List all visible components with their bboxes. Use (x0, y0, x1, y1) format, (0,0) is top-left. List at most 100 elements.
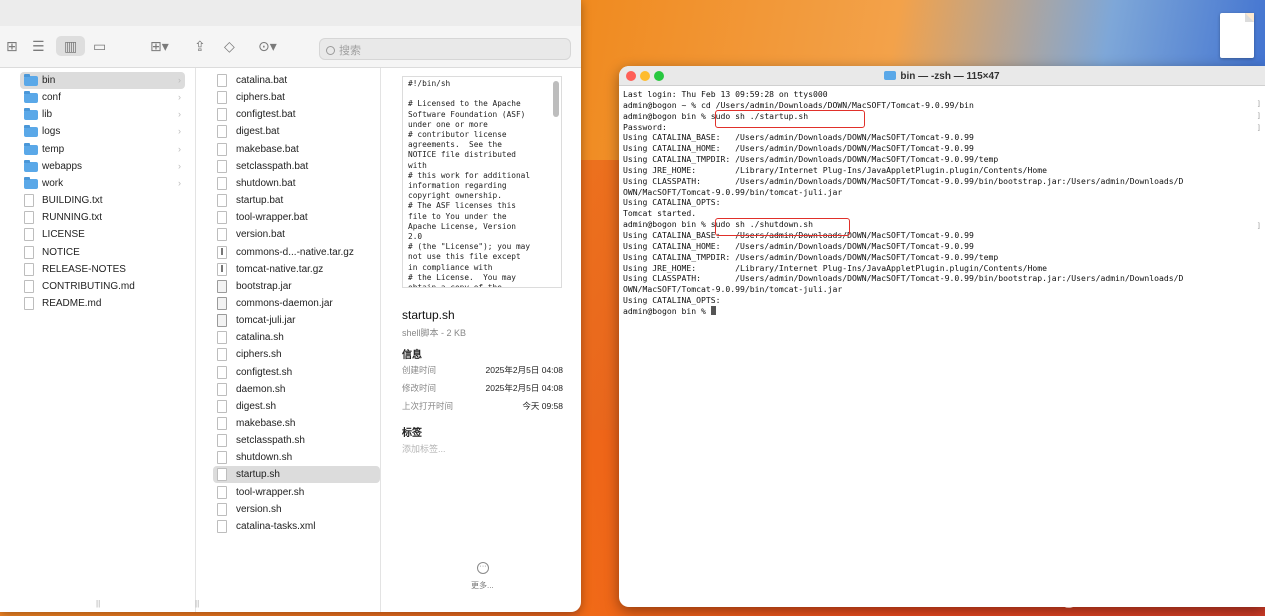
file-list-item[interactable]: makebase.sh (213, 415, 380, 432)
document-icon (217, 382, 227, 396)
file-name: catalina-tasks.xml (236, 520, 316, 532)
terminal-line-text: Using CATALINA_HOME: /Users/admin/Downlo… (623, 240, 974, 251)
terminal-margin-mark: ] (1256, 100, 1261, 108)
file-name: startup.sh (236, 469, 280, 481)
minimize-button[interactable] (640, 71, 650, 81)
file-list-item[interactable]: catalina.sh (213, 329, 380, 346)
column-resize-handle[interactable]: || (96, 599, 100, 608)
tags-heading: 标签 (402, 428, 422, 439)
sidebar-item[interactable]: lib › (20, 106, 185, 123)
sidebar-item[interactable]: work › (20, 175, 185, 192)
file-list-item[interactable]: digest.bat (213, 123, 380, 140)
sidebar-item[interactable]: conf › (20, 89, 185, 106)
file-name: ciphers.bat (236, 92, 285, 104)
zoom-button[interactable] (654, 71, 664, 81)
more-label[interactable]: 更多... (471, 580, 494, 591)
file-list-item[interactable]: startup.bat (213, 192, 380, 209)
close-button[interactable] (626, 71, 636, 81)
file-list-item[interactable]: shutdown.bat (213, 175, 380, 192)
list-view-icon[interactable]: ☰ (32, 36, 45, 56)
sidebar-item[interactable]: temp › (20, 141, 185, 158)
gallery-view-icon[interactable]: ▭ (93, 36, 106, 56)
created-label: 创建时间 (402, 365, 437, 375)
file-name: commons-daemon.jar (236, 297, 333, 309)
document-icon (217, 74, 227, 87)
file-name: catalina.bat (236, 75, 288, 86)
file-list-item[interactable]: digest.sh (213, 398, 380, 415)
desktop-file-icon[interactable] (1220, 13, 1254, 58)
search-icon (326, 46, 335, 55)
file-list-item[interactable]: commons-daemon.jar (213, 295, 380, 312)
file-list-item[interactable]: version.bat (213, 226, 380, 243)
more-icon[interactable]: ··· (477, 562, 489, 574)
action-menu-icon[interactable]: ⊙▾ (258, 36, 277, 56)
document-icon (217, 228, 227, 242)
document-icon (217, 399, 227, 413)
document-icon (24, 296, 34, 310)
file-list-item[interactable]: setclasspath.bat (213, 158, 380, 175)
chevron-right-icon: › (178, 92, 181, 103)
sidebar-item-label: RUNNING.txt (42, 212, 102, 224)
sidebar-item[interactable]: LICENSE (20, 226, 185, 243)
file-list-item[interactable]: catalina-tasks.xml (213, 518, 380, 535)
tag-icon[interactable]: ◇ (224, 36, 235, 56)
terminal-margin-mark: ] (1256, 112, 1261, 120)
file-list-item[interactable]: setclasspath.sh (213, 432, 380, 449)
sidebar-item[interactable]: CONTRIBUTING.md (20, 278, 185, 295)
sidebar-item[interactable]: logs › (20, 123, 185, 140)
icon-view-icon[interactable]: ⊞ (6, 36, 18, 56)
folder-icon (24, 125, 38, 138)
add-tags-field[interactable]: 添加标签... (402, 442, 446, 455)
document-icon (217, 211, 227, 225)
sidebar-item-label: NOTICE (42, 246, 80, 258)
file-list-item[interactable]: startup.sh (213, 466, 380, 484)
document-icon (24, 279, 34, 293)
column-resize-handle[interactable]: || (195, 599, 199, 608)
group-icon[interactable]: ⊞▾ (150, 36, 169, 56)
file-list-item[interactable]: shutdown.sh (213, 449, 380, 466)
sidebar-item[interactable]: BUILDING.txt (20, 192, 185, 209)
file-name: setclasspath.sh (236, 435, 305, 447)
terminal-title-text: bin — -zsh — 115×47 (900, 71, 1000, 82)
file-list-item[interactable]: commons-d...-native.tar.gz (213, 244, 380, 261)
file-name: bootstrap.jar (236, 280, 292, 292)
search-placeholder: 搜索 (339, 45, 361, 57)
terminal-line: Using CATALINA_OPTS: (623, 295, 1255, 306)
file-list-item[interactable]: tomcat-juli.jar (213, 312, 380, 329)
sidebar-item[interactable]: bin › (20, 72, 185, 89)
file-list-item[interactable]: daemon.sh (213, 381, 380, 398)
file-list-item[interactable]: tomcat-native.tar.gz (213, 261, 380, 278)
file-name: tomcat-native.tar.gz (236, 263, 324, 275)
search-input[interactable]: 搜索 (319, 38, 571, 60)
file-list-item[interactable]: ciphers.bat (213, 89, 380, 106)
sidebar-item[interactable]: RELEASE-NOTES (20, 261, 185, 278)
document-icon (217, 485, 227, 499)
modified-value: 2025年2月5日 04:08 (485, 383, 564, 393)
share-icon[interactable]: ⇪ (194, 36, 206, 56)
document-icon (24, 194, 34, 208)
document-icon (217, 434, 227, 448)
file-name: tool-wrapper.bat (236, 212, 308, 224)
file-list-item[interactable]: bootstrap.jar (213, 278, 380, 295)
file-list-item[interactable]: catalina.bat (213, 72, 380, 89)
sidebar-item[interactable]: webapps › (20, 158, 185, 175)
file-list-item[interactable]: tool-wrapper.bat (213, 209, 380, 226)
file-list-item[interactable]: makebase.bat (213, 141, 380, 158)
sidebar-item[interactable]: RUNNING.txt (20, 209, 185, 226)
file-name: digest.bat (236, 126, 280, 138)
sidebar-item[interactable]: README.md (20, 295, 185, 312)
preview-scrollbar[interactable] (553, 81, 559, 117)
sidebar-item[interactable]: NOTICE (20, 244, 185, 261)
chevron-right-icon: › (178, 75, 181, 85)
file-list-item[interactable]: version.sh (213, 501, 380, 518)
file-list-item[interactable]: configtest.sh (213, 364, 380, 381)
column-view-icon[interactable]: ▥ (56, 36, 86, 56)
document-icon (24, 245, 34, 259)
terminal-line-text: Using CLASSPATH: /Users/admin/Downloads/… (623, 273, 1184, 284)
file-list-item[interactable]: ciphers.sh (213, 346, 380, 363)
file-list-item[interactable]: tool-wrapper.sh (213, 484, 380, 501)
sidebar-item-label: webapps (42, 160, 83, 172)
file-list-item[interactable]: configtest.bat (213, 106, 380, 123)
document-icon (217, 176, 227, 190)
terminal-line-text: OWN/MacSOFT/Tomcat-9.0.99/bin/tomcat-jul… (623, 284, 843, 295)
